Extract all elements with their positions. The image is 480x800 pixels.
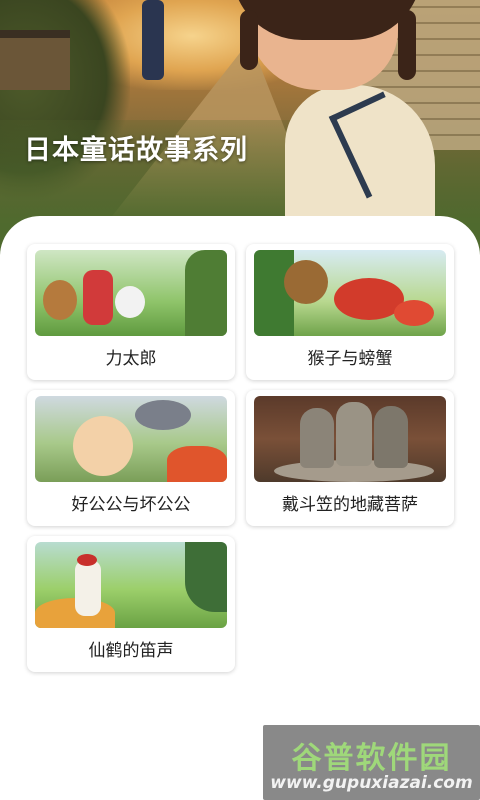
story-title: 戴斗笠的地藏菩萨 [282, 495, 418, 515]
story-title: 仙鹤的笛声 [88, 641, 174, 661]
story-title: 力太郎 [105, 349, 157, 369]
watermark-url: www.gupuxiazai.com [270, 773, 473, 793]
story-title: 猴子与螃蟹 [307, 349, 393, 369]
house [0, 30, 70, 90]
page-title: 日本童话故事系列 [24, 135, 248, 166]
girl-braid-right [398, 10, 416, 80]
story-thumbnail [254, 250, 446, 336]
story-title: 好公公与坏公公 [71, 495, 191, 515]
girl-braid-left [240, 10, 258, 70]
story-thumbnail [35, 396, 227, 482]
story-thumbnail [35, 250, 227, 336]
story-card-rikitaro[interactable]: 力太郎 [27, 244, 235, 380]
story-thumbnail [254, 396, 446, 482]
story-thumbnail [35, 542, 227, 628]
story-card-good-bad-grandpa[interactable]: 好公公与坏公公 [27, 390, 235, 526]
story-card-jizo-hats[interactable]: 戴斗笠的地藏菩萨 [246, 390, 454, 526]
story-card-monkey-crab[interactable]: 猴子与螃蟹 [246, 244, 454, 380]
watermark: 谷普软件园 www.gupuxiazai.com [263, 725, 480, 800]
walking-man [142, 0, 164, 80]
story-card-crane-flute[interactable]: 仙鹤的笛声 [27, 536, 235, 672]
watermark-name: 谷普软件园 [291, 741, 452, 776]
